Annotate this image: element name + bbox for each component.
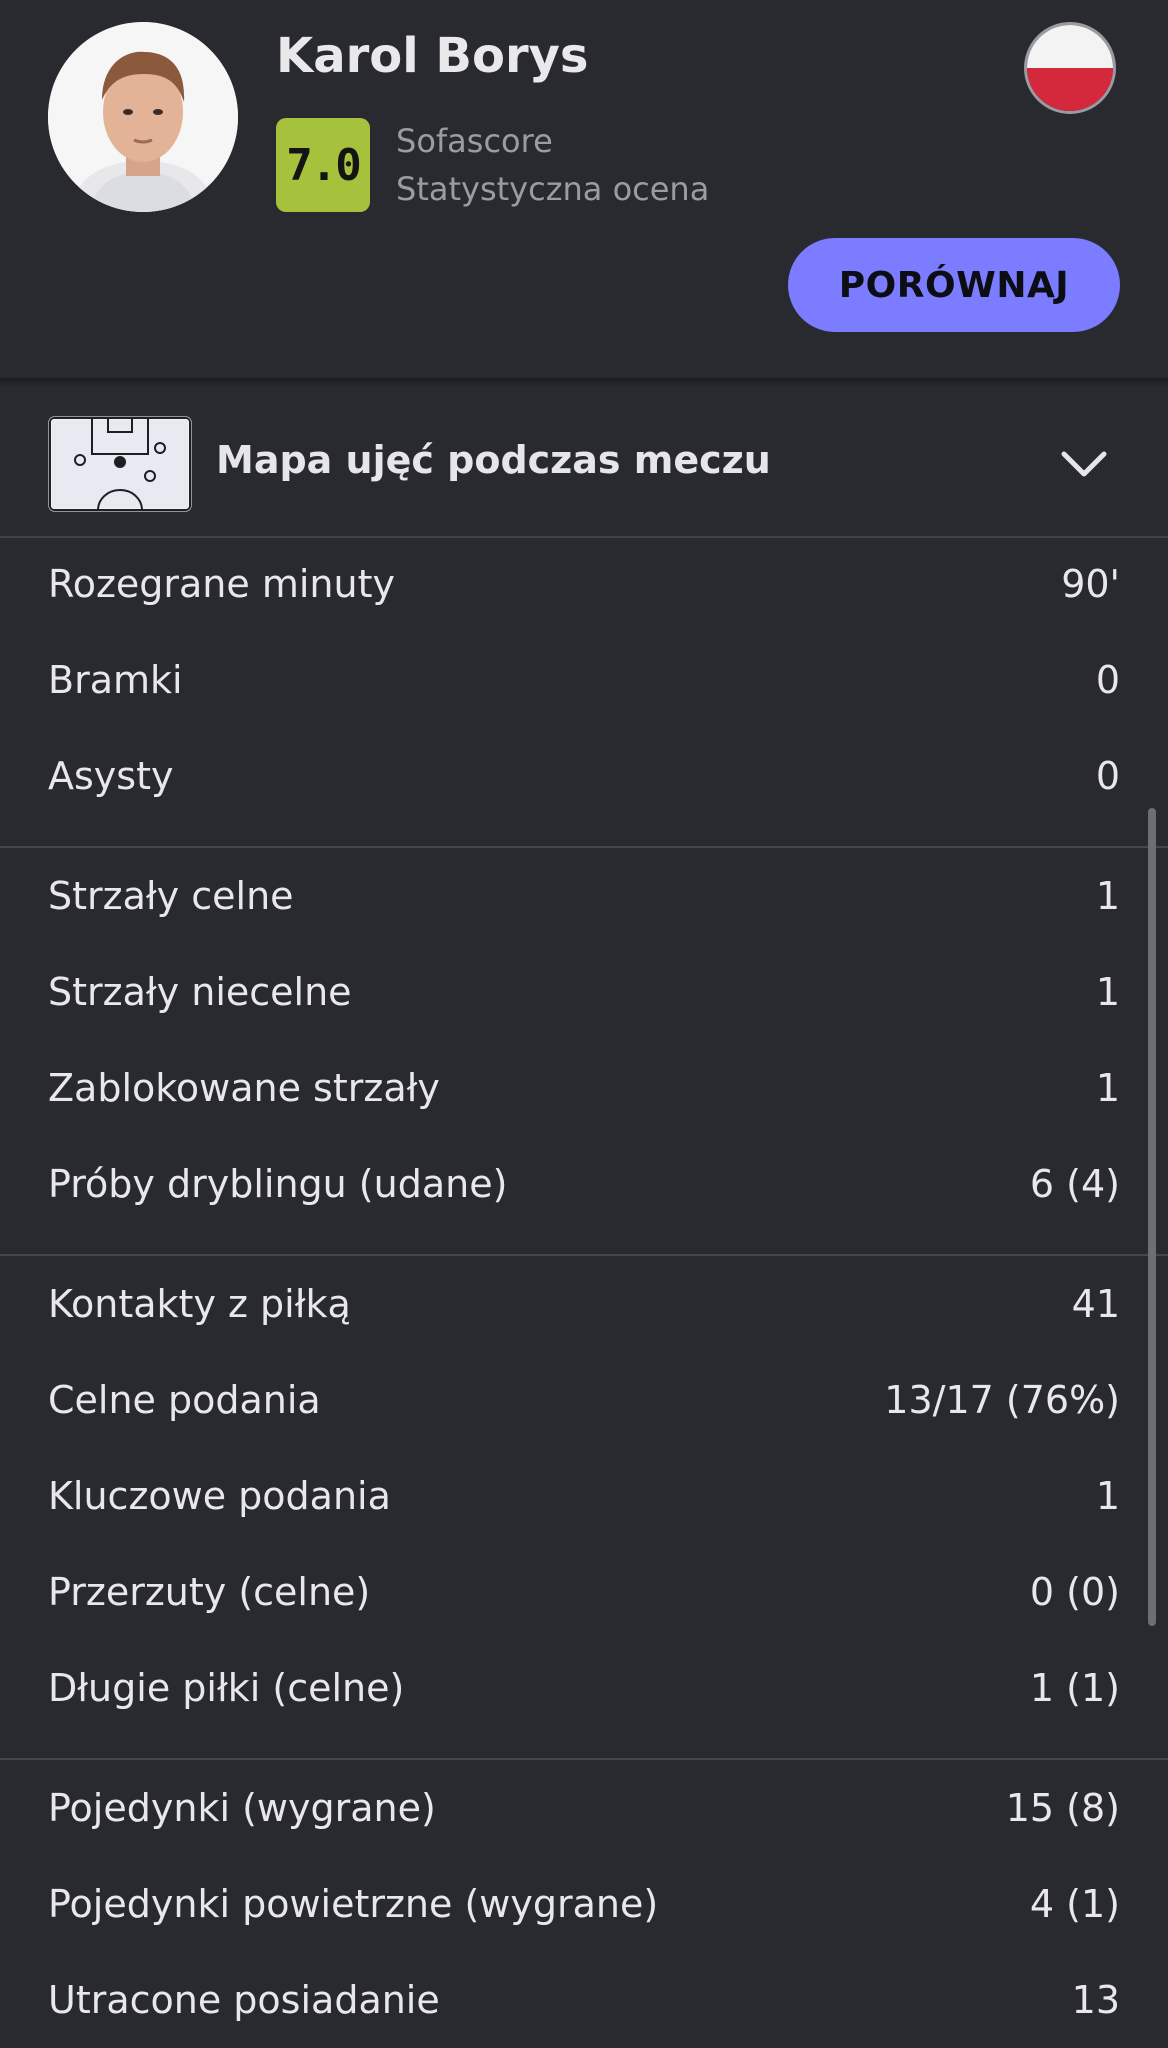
shotmap-title: Mapa ujęć podczas meczu <box>216 438 771 482</box>
stat-row-minutes: Rozegrane minuty 90' <box>0 538 1168 634</box>
stat-label: Pojedynki (wygrane) <box>48 1786 436 1830</box>
section-divider <box>0 1758 1168 1760</box>
stat-row-aerial-duels: Pojedynki powietrzne (wygrane) 4 (1) <box>0 1858 1168 1954</box>
stat-row-touches: Kontakty z piłką 41 <box>0 1258 1168 1354</box>
stat-value: 0 (0) <box>1029 1570 1120 1614</box>
stat-value: 13/17 (76%) <box>884 1378 1120 1422</box>
stat-label: Bramki <box>48 658 183 702</box>
player-avatar[interactable] <box>48 22 238 212</box>
stat-label: Pojedynki powietrzne (wygrane) <box>48 1882 659 1926</box>
stat-row-dribbles: Próby dryblingu (udane) 6 (4) <box>0 1138 1168 1234</box>
stat-label: Asysty <box>48 754 174 798</box>
section-divider <box>0 846 1168 848</box>
stat-row-possession-lost: Utracone posiadanie 13 <box>0 1954 1168 2048</box>
stat-row-long-balls: Długie piłki (celne) 1 (1) <box>0 1642 1168 1738</box>
player-header: Karol Borys 7.0 Sofascore Statystyczna o… <box>0 0 1168 380</box>
stat-value: 90' <box>1061 562 1120 606</box>
stat-row-goals: Bramki 0 <box>0 634 1168 730</box>
stat-value: 1 <box>1095 1066 1120 1110</box>
rating-source: Sofascore <box>396 122 553 160</box>
stat-value: 41 <box>1071 1282 1120 1326</box>
pitch-icon <box>48 416 192 512</box>
stat-value: 1 <box>1095 970 1120 1014</box>
stat-label: Kontakty z piłką <box>48 1282 351 1326</box>
section-divider <box>0 1254 1168 1256</box>
stat-label: Strzały celne <box>48 874 294 918</box>
stat-row-shots-on-target: Strzały celne 1 <box>0 850 1168 946</box>
stat-row-assists: Asysty 0 <box>0 730 1168 826</box>
stat-value: 1 <box>1095 874 1120 918</box>
stat-row-crosses: Przerzuty (celne) 0 (0) <box>0 1546 1168 1642</box>
player-photo-icon <box>48 22 238 212</box>
stat-row-accurate-passes: Celne podania 13/17 (76%) <box>0 1354 1168 1450</box>
shotmap-accordion[interactable]: Mapa ujęć podczas meczu <box>0 390 1168 538</box>
poland-flag-icon <box>1024 22 1116 114</box>
chevron-down-icon[interactable] <box>1058 438 1110 490</box>
stat-value: 13 <box>1071 1978 1120 2022</box>
stat-value: 1 (1) <box>1029 1666 1120 1710</box>
stat-row-blocked-shots: Zablokowane strzały 1 <box>0 1042 1168 1138</box>
compare-button[interactable]: PORÓWNAJ <box>788 238 1120 332</box>
stat-value: 1 <box>1095 1474 1120 1518</box>
stat-value: 0 <box>1095 754 1120 798</box>
scrollbar[interactable] <box>1148 808 1156 1626</box>
stat-value: 15 (8) <box>1005 1786 1120 1830</box>
rating-badge: 7.0 <box>276 118 370 212</box>
rating-label: Statystyczna ocena <box>396 170 710 208</box>
player-name: Karol Borys <box>276 28 589 84</box>
stat-row-key-passes: Kluczowe podania 1 <box>0 1450 1168 1546</box>
stat-value: 0 <box>1095 658 1120 702</box>
stat-label: Strzały niecelne <box>48 970 352 1014</box>
stat-row-shots-off-target: Strzały niecelne 1 <box>0 946 1168 1042</box>
stat-value: 4 (1) <box>1029 1882 1120 1926</box>
stat-label: Przerzuty (celne) <box>48 1570 371 1614</box>
stat-label: Utracone posiadanie <box>48 1978 440 2022</box>
stat-label: Kluczowe podania <box>48 1474 391 1518</box>
stat-row-duels: Pojedynki (wygrane) 15 (8) <box>0 1762 1168 1858</box>
player-stats-page: Karol Borys 7.0 Sofascore Statystyczna o… <box>0 0 1168 2048</box>
stat-label: Celne podania <box>48 1378 321 1422</box>
stat-value: 6 (4) <box>1029 1162 1120 1206</box>
header-divider <box>0 378 1168 388</box>
stat-label: Próby dryblingu (udane) <box>48 1162 508 1206</box>
stat-label: Rozegrane minuty <box>48 562 395 606</box>
stat-label: Zablokowane strzały <box>48 1066 440 1110</box>
stat-label: Długie piłki (celne) <box>48 1666 405 1710</box>
